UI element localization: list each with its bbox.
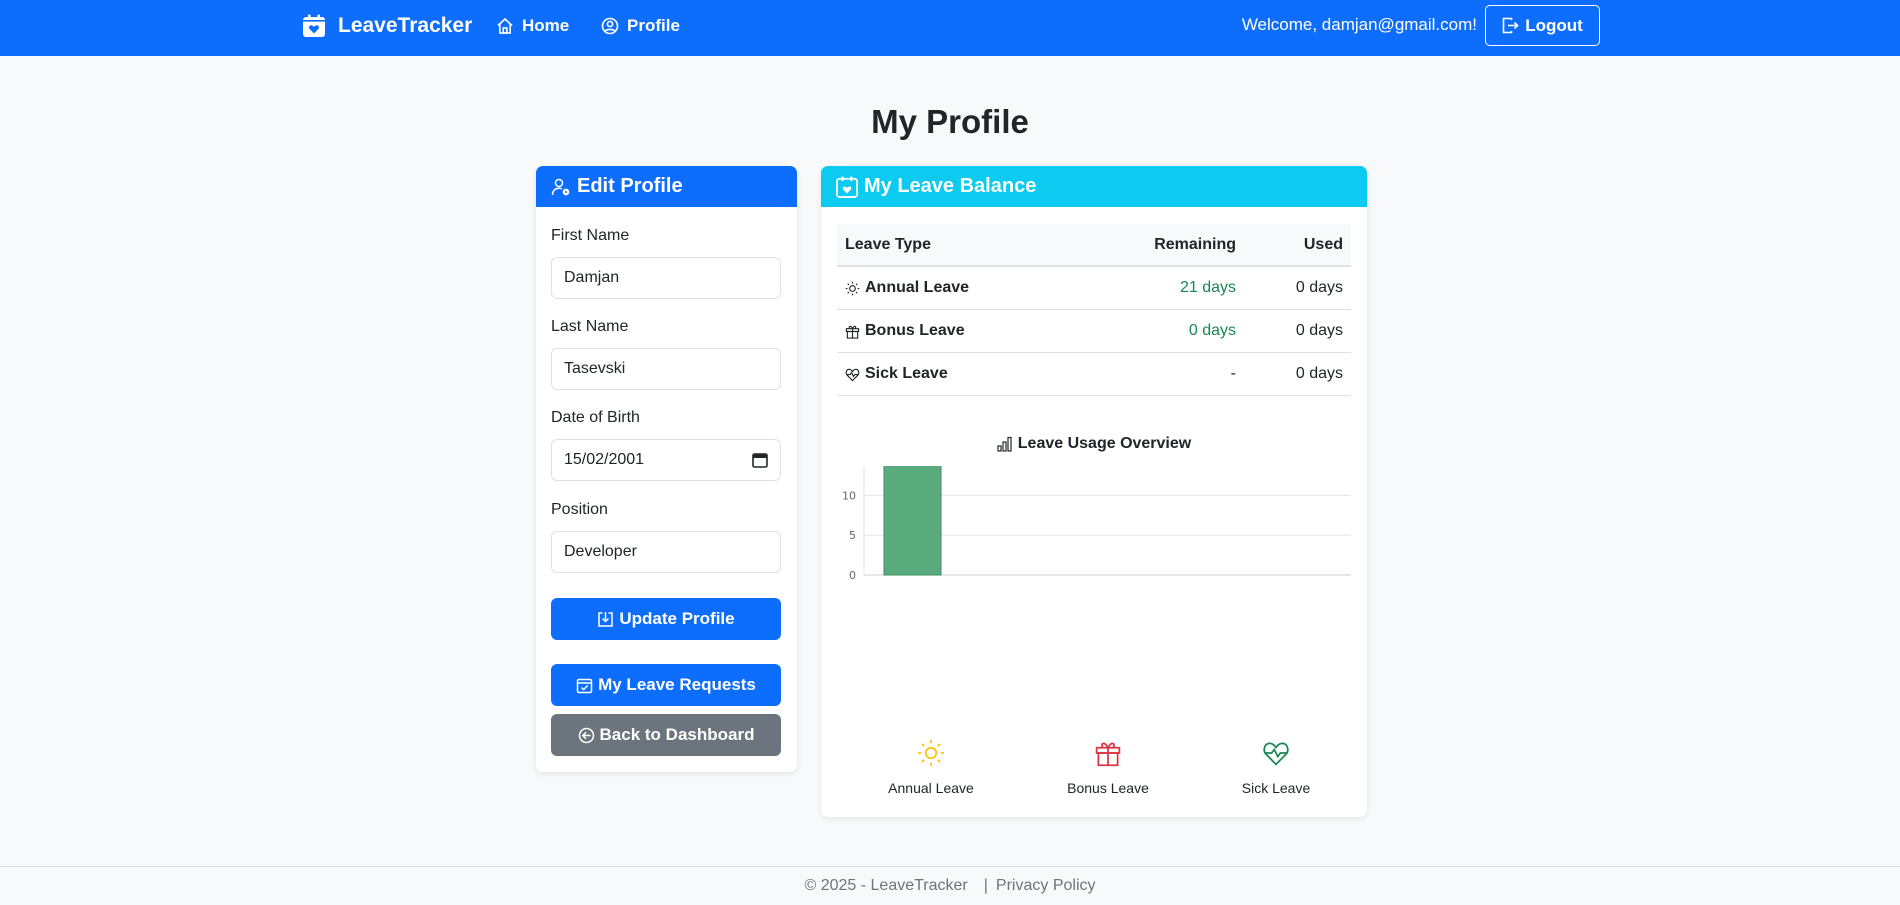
calendar-check-icon bbox=[576, 678, 593, 693]
edit-profile-title: Edit Profile bbox=[577, 175, 683, 197]
column-header-used: Used bbox=[1303, 235, 1343, 253]
privacy-policy-link[interactable]: Privacy Policy bbox=[996, 877, 1096, 895]
gift-icon bbox=[845, 325, 860, 339]
navbar: LeaveTracker Home Profile Welcome, damja… bbox=[0, 0, 1900, 56]
first-name-value: Damjan bbox=[564, 269, 620, 286]
y-tick-label: 10 bbox=[842, 489, 856, 502]
nav-profile-label: Profile bbox=[627, 16, 680, 35]
edit-profile-card: Edit Profile First Name Damjan Last Name… bbox=[536, 166, 797, 772]
update-profile-label: Update Profile bbox=[619, 609, 735, 628]
brand-link[interactable]: LeaveTracker bbox=[302, 13, 472, 39]
leave-balance-header: My Leave Balance bbox=[821, 166, 1367, 207]
annual-leave-sun-icon bbox=[866, 739, 996, 767]
leave-type-name: Sick Leave bbox=[865, 365, 948, 382]
column-header-leave-type: Leave Type bbox=[845, 235, 931, 253]
nav-home[interactable]: Home bbox=[496, 14, 569, 38]
sun-icon bbox=[845, 281, 860, 295]
update-profile-button[interactable]: Update Profile bbox=[551, 598, 781, 640]
back-to-dashboard-label: Back to Dashboard bbox=[599, 725, 755, 744]
last-name-input[interactable]: Tasevski bbox=[551, 348, 781, 390]
y-tick-label: 5 bbox=[849, 529, 856, 542]
chart-title-text: Leave Usage Overview bbox=[1017, 435, 1192, 452]
heart-pulse-icon bbox=[845, 368, 860, 381]
bonus-leave-caption: Bonus Leave bbox=[1067, 780, 1149, 796]
arrow-left-circle-icon bbox=[578, 727, 594, 743]
page-title: My Profile bbox=[871, 103, 1029, 140]
first-name-label: First Name bbox=[551, 227, 630, 244]
calendar-heart-icon bbox=[836, 175, 858, 198]
bar-chart-icon bbox=[997, 436, 1012, 452]
sick-leave-heart-pulse-icon bbox=[1211, 739, 1341, 767]
remaining-value: 21 days bbox=[1179, 279, 1236, 296]
position-value: Developer bbox=[564, 543, 637, 560]
column-header-remaining: Remaining bbox=[1154, 235, 1236, 253]
calendar-picker-icon[interactable] bbox=[752, 452, 768, 468]
dob-input[interactable]: 15/02/2001 bbox=[551, 439, 781, 481]
leave-balance-card: My Leave Balance Leave Type Remaining Us… bbox=[821, 166, 1367, 817]
sun-icon bbox=[918, 740, 944, 766]
position-label: Position bbox=[551, 501, 608, 518]
y-tick-label: 0 bbox=[849, 569, 856, 582]
sick-leave-caption: Sick Leave bbox=[1241, 780, 1311, 796]
first-name-input[interactable]: Damjan bbox=[551, 257, 781, 299]
nav-profile[interactable]: Profile bbox=[601, 14, 680, 38]
logout-label: Logout bbox=[1525, 15, 1583, 35]
leave-balance-title: My Leave Balance bbox=[864, 175, 1037, 197]
dob-value: 15/02/2001 bbox=[564, 451, 645, 468]
bonus-leave-gift-icon bbox=[1043, 739, 1173, 767]
leave-balance-table: Leave Type Remaining Used Annual Leave 2… bbox=[837, 224, 1351, 396]
last-name-label: Last Name bbox=[551, 318, 629, 335]
gift-icon bbox=[1095, 742, 1121, 767]
annual-leave-caption: Annual Leave bbox=[888, 780, 974, 796]
my-leave-requests-label: My Leave Requests bbox=[598, 675, 756, 694]
table-row: Bonus Leave 0 days 0 days bbox=[837, 310, 1351, 353]
last-name-value: Tasevski bbox=[564, 360, 626, 377]
leave-usage-chart: 0510152025Days RemainingDays Used bbox=[842, 466, 1351, 582]
footer: © 2025 - LeaveTracker | Privacy Policy bbox=[0, 866, 1900, 905]
remaining-value: 0 days bbox=[1188, 322, 1236, 339]
position-input[interactable]: Developer bbox=[551, 531, 781, 573]
logout-icon bbox=[1502, 17, 1519, 34]
chart-title: Leave Usage Overview bbox=[821, 435, 1367, 453]
calendar-heart-icon bbox=[303, 14, 325, 37]
used-value: 0 days bbox=[1295, 365, 1343, 382]
welcome-text: Welcome, damjan@gmail.com! bbox=[1241, 15, 1477, 34]
person-circle-icon bbox=[601, 17, 619, 35]
edit-profile-header: Edit Profile bbox=[536, 166, 797, 207]
my-leave-requests-button[interactable]: My Leave Requests bbox=[551, 664, 781, 706]
house-icon bbox=[497, 17, 513, 34]
leave-type-name: Annual Leave bbox=[865, 279, 970, 296]
logout-button[interactable]: Logout bbox=[1485, 5, 1600, 46]
bar-days-remaining bbox=[883, 466, 942, 576]
person-gear-icon bbox=[551, 178, 570, 195]
used-value: 0 days bbox=[1295, 322, 1343, 339]
dob-label: Date of Birth bbox=[551, 409, 640, 426]
download-icon bbox=[598, 611, 614, 627]
leave-type-name: Bonus Leave bbox=[865, 322, 965, 339]
footer-separator: | bbox=[983, 877, 988, 894]
used-value: 0 days bbox=[1295, 279, 1343, 296]
nav-home-label: Home bbox=[522, 16, 570, 35]
table-row: Sick Leave - 0 days bbox=[837, 353, 1351, 396]
remaining-value: - bbox=[1230, 365, 1236, 382]
heart-pulse-icon bbox=[1263, 742, 1289, 766]
back-to-dashboard-button[interactable]: Back to Dashboard bbox=[551, 714, 781, 756]
table-header-row: Leave Type Remaining Used bbox=[837, 224, 1351, 267]
table-row: Annual Leave 21 days 0 days bbox=[837, 267, 1351, 310]
footer-copyright: © 2025 - LeaveTracker bbox=[804, 877, 968, 894]
brand-name: LeaveTracker bbox=[338, 14, 473, 37]
